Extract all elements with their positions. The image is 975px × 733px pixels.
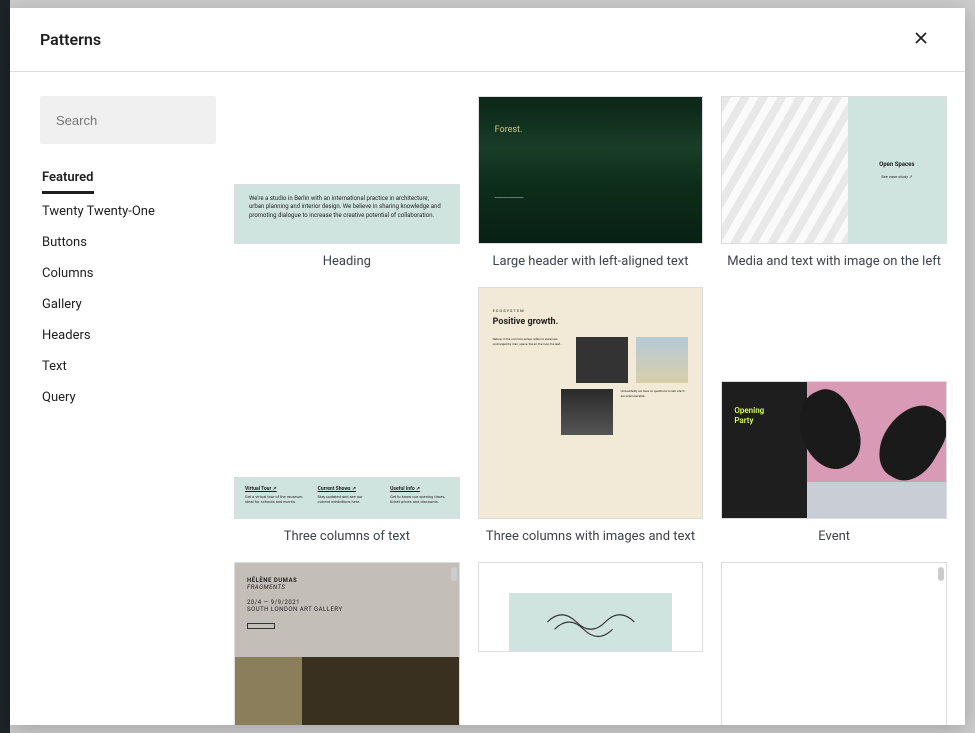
pattern-three-columns-text[interactable]: Virtual Tour ↗ Get a virtual tour of the …	[234, 477, 460, 544]
search-input[interactable]	[56, 113, 232, 128]
category-featured[interactable]: Featured	[42, 162, 94, 194]
col2-t: Stay updated and see our current exhibit…	[318, 494, 377, 504]
category-query[interactable]: Query	[42, 382, 228, 413]
modal-header: Patterns	[10, 8, 965, 72]
pattern-preview	[721, 562, 947, 725]
dumas-top: HÉLÈNE DUMAS FRAGMENTS 20/4 — 9/9/2021 S…	[235, 563, 459, 657]
patterns-grid[interactable]: We're a studio in Berlin with an interna…	[228, 72, 965, 725]
pattern-label: Event	[721, 529, 947, 544]
pattern-preview: HÉLÈNE DUMAS FRAGMENTS 20/4 — 9/9/2021 S…	[234, 562, 460, 725]
pattern-preview: We're a studio in Berlin with an interna…	[234, 184, 460, 244]
modal-body: Featured Twenty Twenty-One Buttons Colum…	[10, 72, 965, 725]
open-title: Open Spaces	[879, 161, 914, 168]
close-icon	[911, 28, 931, 48]
preview-image	[722, 97, 847, 243]
pattern-preview: ECOSYSTEM Positive growth. Nature, in th…	[478, 287, 704, 519]
category-columns[interactable]: Columns	[42, 258, 228, 289]
dumas-frag: FRAGMENTS	[247, 584, 447, 591]
pattern-hands[interactable]	[478, 562, 704, 652]
dumas-dates: 20/4 — 9/9/2021	[247, 599, 447, 606]
event-t2: Party	[734, 416, 795, 426]
growth-img3	[561, 389, 613, 435]
pattern-label: Heading	[234, 254, 460, 269]
preview-text: Open Spaces See case study ↗	[848, 97, 946, 243]
category-twenty-twenty-one[interactable]: Twenty Twenty-One	[42, 196, 228, 227]
pattern-preview: Open Spaces See case study ↗	[721, 96, 947, 244]
col2: Current Shows ↗ Stay updated and see our …	[318, 486, 377, 510]
pattern-preview	[478, 562, 704, 652]
hands-inner	[509, 593, 673, 651]
patterns-modal: Patterns Featured Twenty Twenty-One Butt…	[10, 8, 965, 725]
pattern-large-header[interactable]: Forest. ━━━━━━━━━━━━ Large header with l…	[478, 96, 704, 269]
dumas-loc: SOUTH LONDON ART GALLERY	[247, 606, 447, 613]
close-button[interactable]	[907, 24, 935, 55]
col3-h: Useful Info ↗	[390, 486, 449, 492]
pattern-preview: Virtual Tour ↗ Get a virtual tour of the …	[234, 477, 460, 519]
col3-t: Get to know our opening times, ticket pr…	[390, 494, 449, 504]
modal-title: Patterns	[40, 30, 101, 49]
growth-heading: Positive growth.	[493, 317, 689, 327]
pattern-label: Large header with left-aligned text	[478, 254, 704, 269]
col3: Useful Info ↗ Get to know our opening tim…	[390, 486, 449, 510]
col1: Virtual Tour ↗ Get a virtual tour of the …	[245, 486, 304, 510]
mini-scrollbar	[451, 567, 457, 581]
left-panel: Featured Twenty Twenty-One Buttons Colum…	[10, 72, 228, 725]
pattern-blank[interactable]	[721, 562, 947, 725]
event-t1: Opening	[734, 406, 795, 416]
pattern-heading[interactable]: We're a studio in Berlin with an interna…	[234, 184, 460, 269]
event-right	[807, 382, 946, 518]
dumas-button	[247, 623, 275, 629]
col1-t: Get a virtual tour of the museum. Ideal …	[245, 494, 304, 504]
category-headers[interactable]: Headers	[42, 320, 228, 351]
dumas-name: HÉLÈNE DUMAS	[247, 577, 447, 584]
growth-img1	[576, 337, 628, 383]
hands-sketch-icon	[509, 593, 673, 651]
pattern-label: Three columns with images and text	[478, 529, 704, 544]
category-list: Featured Twenty Twenty-One Buttons Colum…	[40, 162, 228, 413]
category-gallery[interactable]: Gallery	[42, 289, 228, 320]
growth-txt: Nature, in the common sense, refers to e…	[493, 337, 569, 383]
col1-h: Virtual Tour ↗	[245, 486, 304, 492]
pattern-label: Media and text with image on the left	[721, 254, 947, 269]
pattern-event[interactable]: Opening Party Event	[721, 381, 947, 544]
pattern-dumas[interactable]: HÉLÈNE DUMAS FRAGMENTS 20/4 — 9/9/2021 S…	[234, 562, 460, 725]
leaf-icon	[868, 393, 947, 490]
dumas-img-a	[235, 657, 302, 725]
pattern-three-columns-images[interactable]: ECOSYSTEM Positive growth. Nature, in th…	[478, 287, 704, 544]
pattern-label: Three columns of text	[234, 529, 460, 544]
category-buttons[interactable]: Buttons	[42, 227, 228, 258]
dumas-bot	[235, 657, 459, 725]
spacer	[493, 389, 553, 435]
pattern-preview: Forest. ━━━━━━━━━━━━	[478, 96, 704, 244]
preview-heading-text: We're a studio in Berlin with an interna…	[249, 195, 441, 219]
open-cta: See case study ↗	[881, 174, 912, 179]
growth-txt2: Undoubtedly we have no questions to ask …	[621, 389, 689, 435]
growth-overline: ECOSYSTEM	[493, 308, 689, 313]
growth-row2: Undoubtedly we have no questions to ask …	[493, 389, 689, 435]
mini-scrollbar	[938, 567, 944, 581]
category-text[interactable]: Text	[42, 351, 228, 382]
event-left: Opening Party	[722, 382, 807, 518]
growth-row1: Nature, in the common sense, refers to e…	[493, 337, 689, 383]
event-table	[807, 482, 946, 518]
col2-h: Current Shows ↗	[318, 486, 377, 492]
pattern-preview: Opening Party	[721, 381, 947, 519]
pattern-media-text-left[interactable]: Open Spaces See case study ↗ Media and t…	[721, 96, 947, 269]
preview-forest-title: Forest.	[495, 125, 687, 135]
admin-sidebar-peek	[0, 0, 10, 733]
preview-forest-sub: ━━━━━━━━━━━━	[495, 195, 687, 200]
dumas-img-b	[302, 657, 459, 725]
growth-img2	[636, 337, 688, 383]
search-box[interactable]	[40, 96, 216, 144]
